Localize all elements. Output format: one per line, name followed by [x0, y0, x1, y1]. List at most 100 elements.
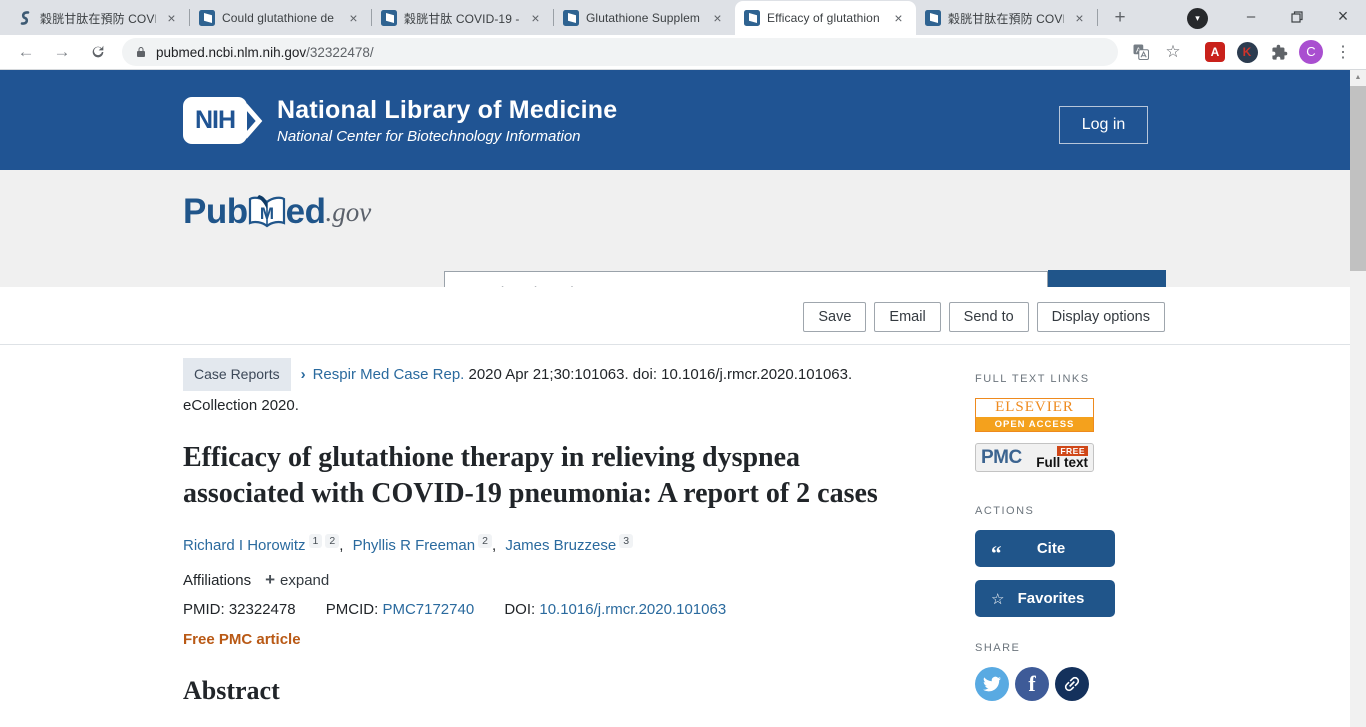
- pubmed-logo-book-icon: M: [246, 195, 288, 233]
- share-heading: SHARE: [975, 642, 1175, 654]
- affiliation-sup-badge[interactable]: 2: [478, 534, 492, 548]
- tab-title: 穀胱甘肽 COVID-19 -: [404, 10, 520, 27]
- pmid-label: PMID:: [183, 601, 225, 618]
- affiliations-row: Affiliations + expand: [183, 570, 923, 590]
- nih-logo[interactable]: NIH: [183, 97, 247, 144]
- browser-tab-strip: 穀胱甘肽在預防 COVI × Could glutathione de × 穀胱…: [0, 0, 1366, 35]
- bookmark-star-icon[interactable]: ☆: [1158, 38, 1188, 66]
- affiliation-sup-badge[interactable]: 3: [619, 534, 633, 548]
- plus-icon: +: [265, 570, 275, 590]
- publication-type-badge: Case Reports: [183, 358, 291, 391]
- affiliation-sup-badge[interactable]: 2: [325, 534, 339, 548]
- journal-link[interactable]: Respir Med Case Rep.: [313, 366, 465, 383]
- cite-button[interactable]: “ Cite: [975, 530, 1115, 567]
- address-bar[interactable]: pubmed.ncbi.nlm.nih.gov/32322478/: [122, 38, 1118, 66]
- k-extension-icon[interactable]: K: [1232, 38, 1262, 66]
- close-icon[interactable]: ×: [1071, 10, 1088, 27]
- citation-line: Case Reports›Respir Med Case Rep. 2020 A…: [183, 358, 923, 420]
- scrollbar-thumb[interactable]: [1350, 86, 1366, 271]
- facebook-share-button[interactable]: f: [1015, 667, 1049, 701]
- pmc-free-badge: FREE: [1057, 446, 1088, 456]
- tab-title: Glutathione Supplem: [586, 11, 702, 25]
- browser-tab-3[interactable]: 穀胱甘肽 COVID-19 - ×: [372, 1, 553, 35]
- abstract-heading: Abstract: [183, 676, 923, 706]
- favorites-button[interactable]: ☆ Favorites: [975, 580, 1115, 617]
- browser-menu-icon[interactable]: ⋮: [1328, 38, 1358, 66]
- acrobat-extension-icon[interactable]: A: [1200, 38, 1230, 66]
- pubmed-page: NIH National Library of Medicine Nationa…: [0, 70, 1350, 727]
- doi-link[interactable]: 10.1016/j.rmcr.2020.101063: [539, 601, 726, 618]
- minimize-button[interactable]: –: [1228, 0, 1274, 33]
- browser-tab-4[interactable]: Glutathione Supplem ×: [554, 1, 735, 35]
- ncbi-favicon-icon: [199, 10, 215, 26]
- send-to-button[interactable]: Send to: [949, 302, 1029, 332]
- elsevier-logo: ELSEVIER: [976, 399, 1093, 417]
- close-icon[interactable]: ×: [345, 10, 362, 27]
- nih-chevron-icon: [243, 101, 265, 141]
- affiliations-label: Affiliations: [183, 572, 251, 589]
- window-controls: – ×: [1228, 0, 1366, 33]
- affiliation-sup-badge[interactable]: 1: [309, 534, 323, 548]
- doi-label: DOI:: [504, 601, 535, 618]
- save-button[interactable]: Save: [803, 302, 866, 332]
- free-pmc-article-link[interactable]: Free PMC article: [183, 631, 301, 648]
- pmcid-link[interactable]: PMC7172740: [382, 601, 474, 618]
- favorites-label: Favorites: [1013, 590, 1089, 607]
- author-link[interactable]: James Bruzzese: [505, 537, 616, 554]
- close-icon[interactable]: ×: [163, 10, 180, 27]
- pubmed-logo[interactable]: Pub M ed .gov: [183, 192, 371, 232]
- pmcid-label: PMCID:: [326, 601, 379, 618]
- permalink-share-button[interactable]: [1055, 667, 1089, 701]
- nlm-title[interactable]: National Library of Medicine: [277, 96, 617, 125]
- tab-search-button[interactable]: ▾: [1187, 8, 1208, 29]
- pubmed-logo-m: M: [260, 204, 274, 223]
- url-domain: pubmed.ncbi.nlm.nih.gov: [156, 45, 306, 60]
- lock-icon: [135, 45, 147, 59]
- restore-button[interactable]: [1274, 0, 1320, 33]
- facebook-f-icon: f: [1028, 671, 1035, 697]
- s-curve-favicon-icon: [17, 10, 33, 26]
- new-tab-button[interactable]: +: [1106, 4, 1134, 32]
- pmc-full-text-label: Full text: [1036, 456, 1088, 470]
- elsevier-full-text-link[interactable]: ELSEVIER OPEN ACCESS: [975, 398, 1094, 432]
- ncbi-favicon-icon: [925, 10, 941, 26]
- pmc-logo: PMC: [981, 447, 1022, 469]
- author-separator: ,: [492, 537, 496, 554]
- close-window-button[interactable]: ×: [1320, 0, 1366, 33]
- page-scrollbar: ▲: [1350, 70, 1366, 727]
- chevron-right-icon: ›: [301, 366, 306, 383]
- browser-tab-5-active[interactable]: Efficacy of glutathion ×: [735, 1, 916, 35]
- expand-label: expand: [280, 572, 329, 589]
- browser-tab-2[interactable]: Could glutathione de ×: [190, 1, 371, 35]
- back-button[interactable]: ←: [12, 38, 40, 66]
- pubmed-logo-gov: .gov: [325, 197, 371, 228]
- ncbi-favicon-icon: [381, 10, 397, 26]
- email-button[interactable]: Email: [874, 302, 940, 332]
- close-icon[interactable]: ×: [709, 10, 726, 27]
- pubmed-logo-ed: ed: [286, 192, 326, 232]
- author-link[interactable]: Phyllis R Freeman: [353, 537, 476, 554]
- actions-heading: ACTIONS: [975, 505, 1175, 517]
- close-icon[interactable]: ×: [527, 10, 544, 27]
- extensions-puzzle-icon[interactable]: [1264, 38, 1294, 66]
- browser-tab-6[interactable]: 穀胱甘肽在預防 COVI ×: [916, 1, 1097, 35]
- translate-icon[interactable]: A: [1126, 38, 1156, 66]
- reload-button[interactable]: [84, 38, 112, 66]
- close-icon[interactable]: ×: [890, 10, 907, 27]
- twitter-share-button[interactable]: [975, 667, 1009, 701]
- expand-affiliations-button[interactable]: + expand: [265, 570, 329, 590]
- share-row: f: [975, 667, 1175, 701]
- scrollbar-up-arrow[interactable]: ▲: [1350, 70, 1366, 85]
- display-options-button[interactable]: Display options: [1037, 302, 1165, 332]
- tab-separator: [1097, 9, 1098, 26]
- author-link[interactable]: Richard I Horowitz: [183, 537, 306, 554]
- pmc-full-text-link[interactable]: PMC FREE Full text: [975, 443, 1094, 472]
- forward-button[interactable]: →: [48, 38, 76, 66]
- profile-avatar[interactable]: C: [1296, 38, 1326, 66]
- star-icon: ☆: [991, 590, 1013, 608]
- elsevier-open-access-label: OPEN ACCESS: [976, 417, 1093, 431]
- browser-tab-1[interactable]: 穀胱甘肽在預防 COVI ×: [8, 1, 189, 35]
- authors-row: Richard I Horowitz12, Phyllis R Freeman2…: [183, 534, 923, 554]
- tab-title: Could glutathione de: [222, 11, 338, 25]
- login-button[interactable]: Log in: [1059, 106, 1148, 144]
